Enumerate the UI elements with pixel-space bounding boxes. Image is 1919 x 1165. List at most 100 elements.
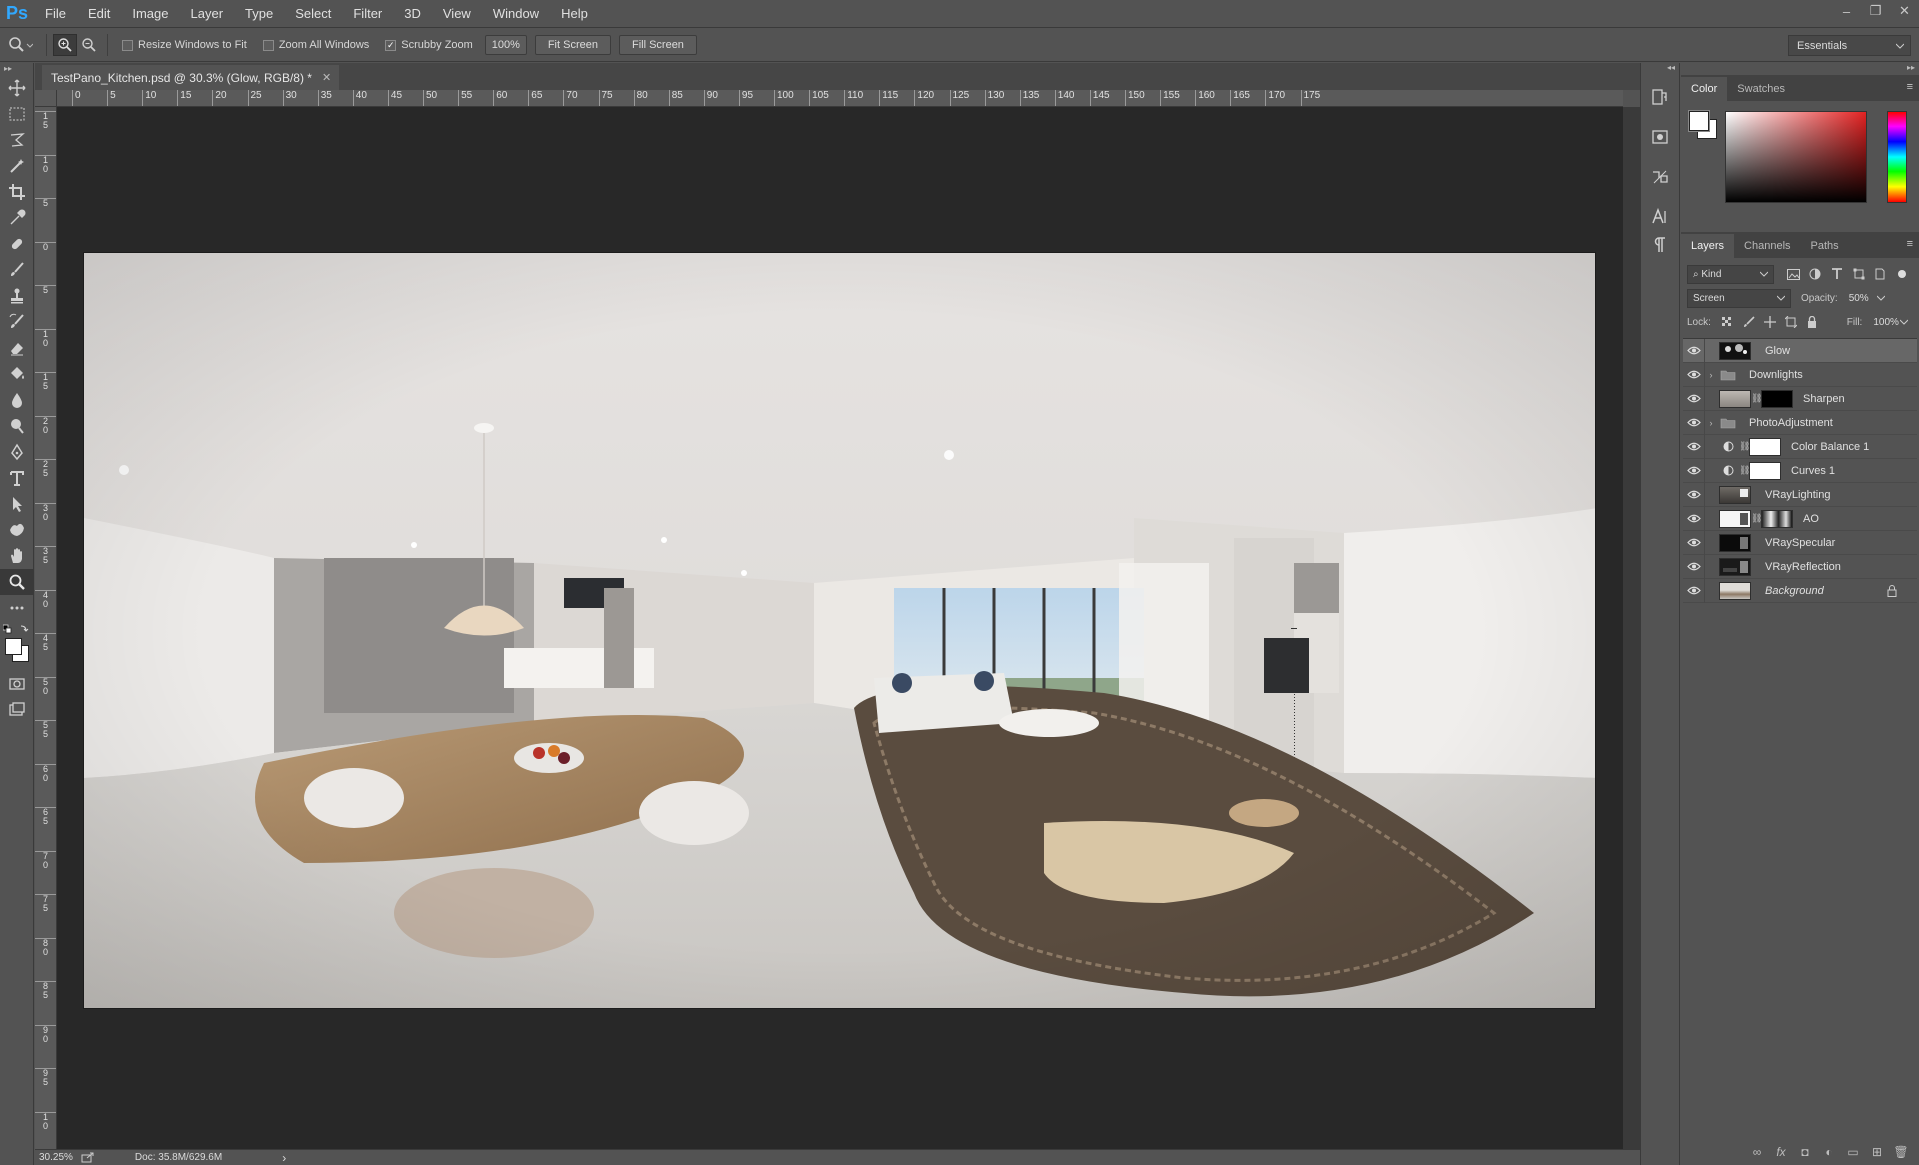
path-selection-tool-icon[interactable] bbox=[0, 491, 34, 517]
panel-menu-icon[interactable]: ≡ bbox=[1907, 81, 1913, 93]
eyedropper-tool-icon[interactable] bbox=[0, 205, 34, 231]
layer-row-photoadjustment[interactable]: › PhotoAdjustment bbox=[1683, 410, 1917, 435]
layer-row-curves[interactable]: ⛓ Curves 1 bbox=[1683, 458, 1917, 483]
lock-image-icon[interactable] bbox=[1738, 313, 1759, 332]
trash-icon[interactable]: 🗑 bbox=[1889, 1142, 1913, 1162]
zoom-tool-preset-icon[interactable] bbox=[0, 34, 40, 56]
lock-icon[interactable] bbox=[1887, 585, 1897, 600]
eye-icon[interactable] bbox=[1683, 362, 1705, 387]
zoom-level[interactable]: 30.25% bbox=[39, 1152, 73, 1163]
healing-brush-tool-icon[interactable] bbox=[0, 231, 34, 257]
hue-slider[interactable] bbox=[1887, 111, 1907, 203]
actions-panel-icon[interactable] bbox=[1641, 117, 1679, 157]
menu-help[interactable]: Help bbox=[550, 0, 599, 28]
layer-row-color-balance[interactable]: ⛓ Color Balance 1 bbox=[1683, 434, 1917, 459]
paint-bucket-tool-icon[interactable] bbox=[0, 361, 34, 387]
resize-windows-checkbox[interactable]: Resize Windows to Fit bbox=[122, 39, 247, 51]
zoom-all-windows-checkbox[interactable]: Zoom All Windows bbox=[262, 39, 369, 51]
link-layers-icon[interactable]: ∞ bbox=[1745, 1142, 1769, 1162]
eye-icon[interactable] bbox=[1683, 506, 1705, 531]
blur-tool-icon[interactable] bbox=[0, 387, 34, 413]
layer-row-vrayspecular[interactable]: VRaySpecular bbox=[1683, 530, 1917, 555]
layer-row-glow[interactable]: Glow bbox=[1683, 338, 1917, 363]
zoom-out-icon[interactable] bbox=[77, 34, 101, 56]
foreground-color-swatch[interactable] bbox=[1688, 110, 1710, 132]
menu-type[interactable]: Type bbox=[234, 0, 284, 28]
lock-transparent-icon[interactable] bbox=[1717, 313, 1738, 332]
tab-swatches[interactable]: Swatches bbox=[1727, 77, 1795, 101]
zoom-in-icon[interactable] bbox=[53, 34, 77, 56]
eye-icon[interactable] bbox=[1683, 482, 1705, 507]
menu-image[interactable]: Image bbox=[121, 0, 179, 28]
layer-row-ao[interactable]: ⛓ AO bbox=[1683, 506, 1917, 531]
eye-icon[interactable] bbox=[1683, 434, 1705, 459]
new-layer-icon[interactable]: ⊞ bbox=[1865, 1142, 1889, 1162]
minimize-button[interactable]: – bbox=[1832, 0, 1861, 22]
quick-mask-icon[interactable] bbox=[0, 671, 34, 697]
eye-icon[interactable] bbox=[1683, 578, 1705, 603]
horizontal-ruler[interactable]: 0 5 10 15 20 25 30 35 40 45 50 55 60 65 70 75 80 85 90 95 10… bbox=[57, 90, 1623, 107]
pixel-filter-icon[interactable] bbox=[1782, 265, 1804, 284]
history-brush-tool-icon[interactable] bbox=[0, 309, 34, 335]
clone-stamp-tool-icon[interactable] bbox=[0, 283, 34, 309]
eye-icon[interactable] bbox=[1683, 530, 1705, 555]
collapse-arrows-icon[interactable]: ▸▸ bbox=[1681, 63, 1919, 75]
chevron-right-icon[interactable]: › bbox=[1705, 418, 1717, 428]
menu-select[interactable]: Select bbox=[284, 0, 342, 28]
move-tool-icon[interactable] bbox=[0, 75, 34, 101]
export-icon[interactable] bbox=[81, 1152, 95, 1163]
type-filter-icon[interactable] bbox=[1826, 265, 1848, 284]
menu-layer[interactable]: Layer bbox=[180, 0, 235, 28]
crop-tool-icon[interactable] bbox=[0, 179, 34, 205]
shape-filter-icon[interactable] bbox=[1848, 265, 1870, 284]
layer-row-sharpen[interactable]: ⛓ Sharpen bbox=[1683, 386, 1917, 411]
collapse-arrows-icon[interactable]: ◂◂ bbox=[1641, 63, 1679, 77]
opacity-input[interactable]: 50% bbox=[1844, 289, 1890, 308]
chevron-right-icon[interactable]: › bbox=[1705, 370, 1717, 380]
new-group-icon[interactable]: ▭ bbox=[1841, 1142, 1865, 1162]
custom-shape-tool-icon[interactable] bbox=[0, 517, 34, 543]
blend-mode-select[interactable]: Screen bbox=[1687, 288, 1791, 308]
brush-tool-icon[interactable] bbox=[0, 257, 34, 283]
menu-window[interactable]: Window bbox=[482, 0, 550, 28]
screen-mode-icon[interactable] bbox=[0, 697, 34, 723]
ruler-origin[interactable] bbox=[35, 90, 57, 107]
fx-icon[interactable]: fx bbox=[1769, 1142, 1793, 1162]
saturation-brightness-field[interactable] bbox=[1725, 111, 1867, 203]
eraser-tool-icon[interactable] bbox=[0, 335, 34, 361]
link-icon[interactable]: ⛓ bbox=[1751, 513, 1762, 524]
layer-row-downlights[interactable]: › Downlights bbox=[1683, 362, 1917, 387]
add-mask-icon[interactable]: ◘ bbox=[1793, 1142, 1817, 1162]
paragraph-panel-icon[interactable] bbox=[1641, 231, 1679, 259]
eye-icon[interactable] bbox=[1683, 410, 1705, 435]
layer-mask-thumbnail[interactable] bbox=[1749, 437, 1781, 456]
lock-all-icon[interactable] bbox=[1802, 313, 1823, 332]
layer-mask-thumbnail[interactable] bbox=[1761, 509, 1793, 528]
fill-screen-button[interactable]: Fill Screen bbox=[618, 35, 697, 55]
foreground-color-swatch[interactable] bbox=[5, 638, 22, 655]
pen-tool-icon[interactable] bbox=[0, 439, 34, 465]
lock-artboard-icon[interactable] bbox=[1780, 313, 1801, 332]
scrubby-zoom-checkbox[interactable]: ✓ Scrubby Zoom bbox=[385, 39, 473, 51]
zoom-tool-icon[interactable] bbox=[0, 569, 34, 595]
dodge-tool-icon[interactable] bbox=[0, 413, 34, 439]
panel-menu-icon[interactable]: ≡ bbox=[1907, 238, 1913, 250]
properties-panel-icon[interactable] bbox=[1641, 157, 1679, 197]
zoom-percent-button[interactable]: 100% bbox=[484, 35, 527, 55]
fit-screen-button[interactable]: Fit Screen bbox=[534, 35, 611, 55]
lock-position-icon[interactable] bbox=[1759, 313, 1780, 332]
eye-icon[interactable] bbox=[1683, 554, 1705, 579]
layer-row-vraylighting[interactable]: VRayLighting bbox=[1683, 482, 1917, 507]
eye-icon[interactable] bbox=[1683, 458, 1705, 483]
document-tab[interactable]: TestPano_Kitchen.psd @ 30.3% (Glow, RGB/… bbox=[42, 65, 340, 90]
eye-icon[interactable] bbox=[1683, 386, 1705, 411]
menu-edit[interactable]: Edit bbox=[77, 0, 121, 28]
workspace-select[interactable]: Essentials bbox=[1788, 35, 1911, 56]
layer-row-vrayreflection[interactable]: VRayReflection bbox=[1683, 554, 1917, 579]
menu-3d[interactable]: 3D bbox=[393, 0, 432, 28]
vertical-scrollbar[interactable] bbox=[1623, 107, 1640, 1149]
close-button[interactable]: ✕ bbox=[1890, 0, 1919, 22]
history-panel-icon[interactable] bbox=[1641, 77, 1679, 117]
filter-toggle-icon[interactable] bbox=[1891, 265, 1913, 284]
new-adjustment-icon[interactable]: ◐ bbox=[1817, 1142, 1841, 1162]
